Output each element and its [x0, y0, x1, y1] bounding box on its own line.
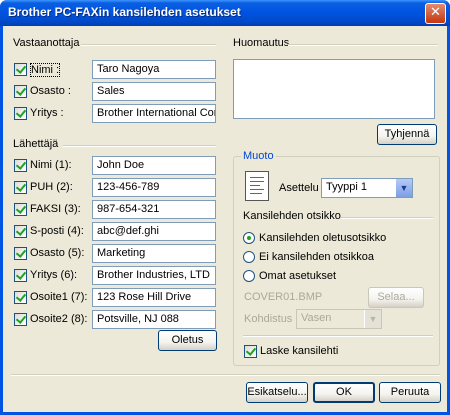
clear-button[interactable]: Tyhjennä [377, 124, 437, 145]
alignment-select[interactable]: Vasen ▼ [296, 309, 382, 329]
sender-name-checkbox[interactable] [14, 159, 27, 172]
layout-label: Asettelu [279, 182, 319, 194]
window-title: Brother PC-FAXin kansilehden asetukset [8, 5, 241, 19]
custom-title-label: Omat asetukset [259, 270, 337, 282]
chevron-down-icon[interactable]: ▼ [364, 310, 381, 328]
sender-name-label: Nimi (1): [30, 159, 72, 171]
sender-fax-checkbox[interactable] [14, 203, 27, 216]
sender-fax-field[interactable]: 987-654-321 [92, 200, 216, 219]
cover-page-icon [245, 171, 269, 201]
preview-button[interactable]: Esikatselu... [246, 382, 308, 403]
format-group-title: Muoto [241, 150, 276, 162]
recipient-name-field[interactable]: Taro Nagoya [92, 60, 216, 79]
recipient-company-checkbox[interactable] [14, 107, 27, 120]
recipient-name-label: Nimi : [30, 63, 61, 77]
alignment-label: Kohdistus [244, 313, 293, 325]
browse-button[interactable]: Selaa... [368, 287, 424, 308]
recipient-name-checkbox[interactable] [14, 63, 27, 76]
layout-select[interactable]: Tyyppi 1 ▼ [321, 178, 413, 198]
recipient-group-title: Vastaanottaja [13, 37, 80, 49]
sender-company-label: Yritys (6): [30, 269, 78, 281]
cover-title-divider [341, 217, 433, 219]
dialog-window: Brother PC-FAXin kansilehden asetukset ✕… [0, 0, 450, 415]
sender-address2-field[interactable]: Potsville, NJ 088 [92, 310, 216, 329]
recipient-company-label: Yritys : [30, 107, 64, 119]
sender-company-field[interactable]: Brother Industries, LTD [92, 266, 216, 285]
format-divider [243, 335, 433, 337]
sender-company-checkbox[interactable] [14, 269, 27, 282]
sender-name-field[interactable]: John Doe [92, 156, 216, 175]
cover-title-label: Kansilehden otsikko [243, 210, 341, 222]
chevron-down-icon[interactable]: ▼ [395, 179, 412, 197]
sender-fax-label: FAKSI (3): [30, 203, 81, 215]
sender-address2-checkbox[interactable] [14, 313, 27, 326]
sender-group-title: Lähettäjä [13, 138, 59, 150]
dialog-body: Vastaanottaja Nimi : Taro Nagoya Osasto … [3, 26, 447, 412]
sender-phone-field[interactable]: 123-456-789 [92, 178, 216, 197]
sender-divider [63, 145, 216, 147]
footer-divider [11, 374, 440, 376]
sender-address1-label: Osoite1 (7): [30, 291, 88, 303]
recipient-divider [81, 44, 216, 46]
close-icon[interactable]: ✕ [425, 3, 446, 24]
default-title-radio[interactable] [243, 232, 255, 244]
sender-email-label: S-posti (4): [30, 225, 84, 237]
sender-department-checkbox[interactable] [14, 247, 27, 260]
sender-phone-label: PUH (2): [30, 181, 73, 193]
cover-file-name: COVER01.BMP [244, 291, 323, 303]
recipient-department-label: Osasto : [30, 85, 71, 97]
count-cover-checkbox[interactable] [244, 345, 257, 358]
recipient-company-field[interactable]: Brother International Corp [92, 104, 216, 123]
sender-phone-checkbox[interactable] [14, 181, 27, 194]
no-title-radio[interactable] [243, 251, 255, 263]
sender-email-checkbox[interactable] [14, 225, 27, 238]
default-button[interactable]: Oletus [158, 330, 217, 351]
sender-address2-label: Osoite2 (8): [30, 313, 88, 325]
sender-department-field[interactable]: Marketing [92, 244, 216, 263]
layout-select-value: Tyyppi 1 [326, 181, 367, 193]
comment-divider [288, 44, 438, 46]
custom-title-radio[interactable] [243, 270, 255, 282]
alignment-select-value: Vasen [301, 312, 332, 324]
cancel-button[interactable]: Peruuta [379, 382, 441, 403]
comment-group-title: Huomautus [233, 37, 290, 49]
comment-textarea[interactable] [233, 59, 435, 119]
recipient-department-field[interactable]: Sales [92, 82, 216, 101]
no-title-label: Ei kansilehden otsikkoa [259, 251, 374, 263]
sender-email-field[interactable]: abc@def.ghi [92, 222, 216, 241]
sender-address1-field[interactable]: 123 Rose Hill Drive [92, 288, 216, 307]
sender-department-label: Osasto (5): [30, 247, 85, 259]
ok-button[interactable]: OK [313, 382, 375, 403]
recipient-department-checkbox[interactable] [14, 85, 27, 98]
title-bar[interactable]: Brother PC-FAXin kansilehden asetukset ✕ [0, 0, 450, 26]
sender-address1-checkbox[interactable] [14, 291, 27, 304]
count-cover-label: Laske kansilehti [260, 345, 339, 357]
default-title-label: Kansilehden oletusotsikko [259, 232, 387, 244]
